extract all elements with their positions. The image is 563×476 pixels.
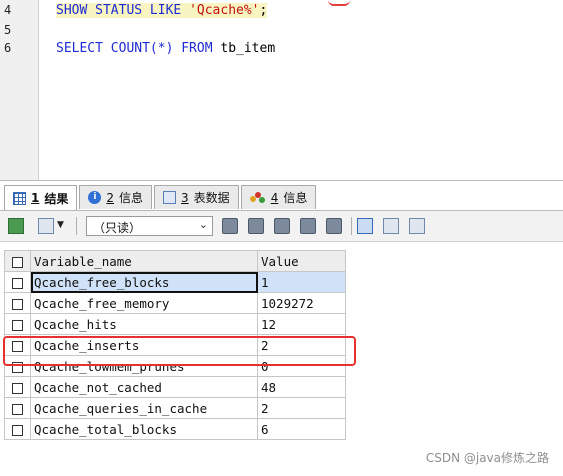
table-row[interactable]: Qcache_total_blocks 6 (4, 418, 346, 440)
cell-value[interactable]: 48 (257, 376, 346, 398)
shapes-info-icon (249, 191, 266, 204)
text-view-icon[interactable] (409, 218, 425, 234)
tab-number: 3 (181, 190, 189, 205)
cell-variable-name[interactable]: Qcache_queries_in_cache (30, 397, 258, 419)
grid-options-icon[interactable] (38, 218, 54, 234)
row-select-cell[interactable] (4, 376, 31, 398)
result-tabs: 1 结果 i 2 信息 3 表数据 4 信息 (4, 185, 318, 210)
tab-info[interactable]: i 2 信息 (79, 185, 153, 209)
chevron-down-icon[interactable]: ▼ (57, 220, 64, 230)
tab-number: 4 (270, 190, 279, 205)
cell-variable-name[interactable]: Qcache_free_memory (30, 292, 258, 314)
row-select-cell[interactable] (4, 397, 31, 419)
result-toolbar: ▼ （只读） ⌄ (0, 210, 563, 242)
tab-label: 信息 (119, 191, 144, 205)
cell-value[interactable]: 12 (257, 313, 346, 335)
checkbox[interactable] (12, 277, 23, 289)
cell-variable-name[interactable]: Qcache_total_blocks (30, 418, 258, 440)
sql-editor[interactable]: 4 5 6 SHOW STATUS LIKE 'Qcache%'; SELECT… (0, 0, 563, 181)
row-select-cell[interactable] (4, 271, 31, 293)
cell-variable-name[interactable]: Qcache_free_blocks (30, 271, 258, 293)
table-row[interactable]: Qcache_not_cached 48 (4, 376, 346, 398)
result-grid-icon (13, 191, 26, 205)
duplicate-row-icon[interactable] (248, 218, 264, 234)
table-row[interactable]: Qcache_hits 12 (4, 313, 346, 335)
grid-header-row: Variable_name Value (4, 250, 346, 272)
row-select-cell[interactable] (4, 313, 31, 335)
delete-trash-icon[interactable] (300, 218, 316, 234)
select-all-cell[interactable] (4, 250, 31, 272)
line-number: 5 (4, 23, 12, 37)
code-token: ; (259, 3, 268, 18)
info-icon: i (88, 191, 102, 204)
annotation-arc (328, 0, 350, 6)
code-line-4[interactable]: SHOW STATUS LIKE 'Qcache%'; (56, 3, 268, 18)
tab-number: 2 (106, 190, 115, 205)
form-view-icon[interactable] (383, 218, 399, 234)
column-header-variable-name[interactable]: Variable_name (30, 250, 258, 272)
readonly-mode-select[interactable]: （只读） ⌄ (86, 216, 213, 236)
checkbox[interactable] (12, 298, 23, 310)
code-line-6[interactable]: SELECT COUNT(*) FROM tb_item (56, 41, 275, 56)
checkbox[interactable] (12, 382, 23, 394)
checkbox[interactable] (12, 256, 23, 268)
toolbar-separator (76, 217, 77, 235)
tab-results[interactable]: 1 结果 (4, 185, 78, 210)
row-select-cell[interactable] (4, 292, 31, 314)
checkbox[interactable] (12, 319, 23, 331)
table-data-icon (163, 191, 177, 204)
cell-value[interactable]: 2 (257, 397, 346, 419)
cancel-changes-icon[interactable] (326, 218, 342, 234)
tab-number: 1 (31, 191, 40, 205)
line-number-gutter: 4 5 6 (0, 0, 39, 180)
export-icon[interactable] (8, 218, 24, 234)
column-header-value[interactable]: Value (257, 250, 346, 272)
tab-label: 结果 (44, 191, 69, 206)
code-token: SHOW STATUS LIKE (56, 3, 190, 18)
line-number: 4 (4, 3, 12, 17)
toolbar-separator (351, 217, 352, 235)
cell-value[interactable]: 1029272 (257, 292, 346, 314)
cell-value[interactable]: 6 (257, 418, 346, 440)
readonly-mode-value: （只读） (93, 221, 142, 235)
cell-variable-name[interactable]: Qcache_not_cached (30, 376, 258, 398)
cell-variable-name[interactable]: Qcache_hits (30, 313, 258, 335)
save-icon[interactable] (274, 218, 290, 234)
line-number: 6 (4, 41, 12, 55)
table-row[interactable]: Qcache_queries_in_cache 2 (4, 397, 346, 419)
code-token: tb_item (220, 41, 276, 56)
insert-row-icon[interactable] (222, 218, 238, 234)
checkbox[interactable] (12, 424, 23, 436)
table-row[interactable]: Qcache_free_blocks 1 (4, 271, 346, 293)
grid-view-icon[interactable] (357, 218, 373, 234)
code-token: SELECT COUNT(*) FROM (56, 41, 221, 56)
code-token: 'Qcache%' (189, 3, 260, 18)
tab-info-2[interactable]: 4 信息 (240, 185, 317, 209)
tab-label: 信息 (283, 191, 308, 205)
row-select-cell[interactable] (4, 418, 31, 440)
highlight-annotation-box (3, 336, 356, 366)
cell-value[interactable]: 1 (257, 271, 346, 293)
tab-table-data[interactable]: 3 表数据 (154, 185, 239, 209)
checkbox[interactable] (12, 403, 23, 415)
table-row[interactable]: Qcache_free_memory 1029272 (4, 292, 346, 314)
watermark: CSDN @java修炼之路 (425, 451, 549, 465)
tab-label: 表数据 (193, 191, 230, 205)
chevron-down-icon: ⌄ (198, 218, 208, 231)
